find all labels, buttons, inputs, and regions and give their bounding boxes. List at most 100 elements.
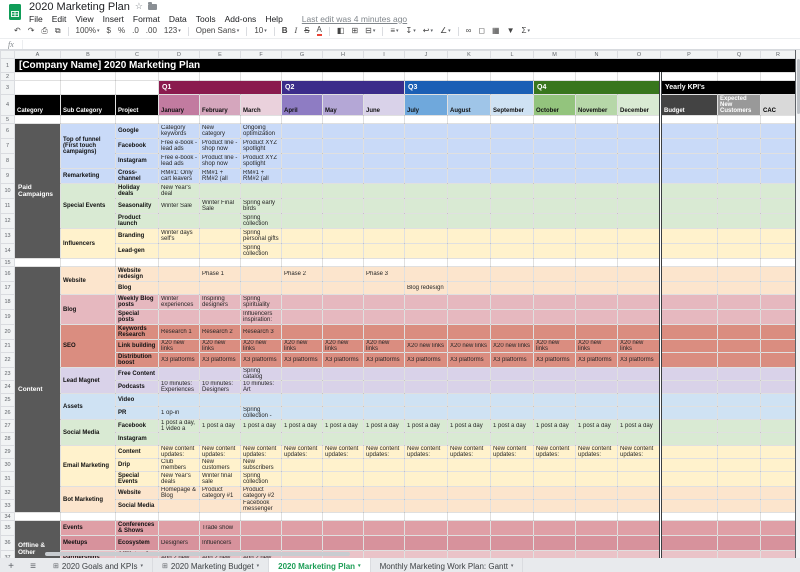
move-to-folder-icon[interactable] (147, 2, 157, 10)
cell-K4[interactable]: August (447, 94, 491, 116)
cell-K30[interactable] (447, 458, 491, 472)
cell-K6[interactable] (447, 123, 491, 139)
cell-L17[interactable] (490, 281, 534, 295)
cell-C11[interactable]: Seasonality (115, 198, 159, 214)
cell-G8[interactable] (281, 153, 323, 169)
cell-L4[interactable]: September (490, 94, 534, 116)
cell-F21[interactable]: X20 new links (240, 339, 282, 353)
cell-R11[interactable] (760, 198, 796, 214)
cell-N17[interactable] (575, 281, 618, 295)
cell-Q8[interactable] (717, 153, 761, 169)
cell-N9[interactable] (575, 168, 618, 184)
cell-C12[interactable]: Product launch (115, 213, 159, 229)
cell-B34[interactable] (60, 512, 116, 521)
cell-J5[interactable] (404, 115, 448, 124)
cell-J23[interactable] (404, 367, 448, 381)
cell-Q14[interactable] (717, 243, 761, 259)
cell-Q20[interactable] (717, 324, 761, 340)
cell-O21[interactable]: X20 new links (617, 339, 661, 353)
cell-N31[interactable] (575, 471, 618, 487)
cell-N33[interactable] (575, 499, 618, 513)
cell-F28[interactable] (240, 432, 282, 446)
cell-G9[interactable] (281, 168, 323, 184)
borders-icon[interactable]: ⊞ (351, 26, 358, 36)
cell-B10[interactable]: Special Events (60, 183, 116, 229)
col-header-B[interactable]: B (60, 50, 116, 59)
cell-H2[interactable] (322, 72, 364, 81)
cell-R10[interactable] (760, 183, 796, 199)
cell-I22[interactable]: X3 platforms (363, 352, 405, 368)
cell-H5[interactable] (322, 115, 364, 124)
cell-O9[interactable] (617, 168, 661, 184)
cell-M20[interactable] (533, 324, 576, 340)
cell-B3[interactable] (60, 80, 116, 95)
cell-R30[interactable] (760, 458, 796, 472)
cell-J2[interactable] (404, 72, 448, 81)
cell-Q34[interactable] (717, 512, 761, 521)
cell-O35[interactable] (617, 520, 661, 536)
cell-P15[interactable] (659, 258, 718, 267)
cell-N11[interactable] (575, 198, 618, 214)
cell-I24[interactable] (363, 380, 405, 394)
cell-H17[interactable] (322, 281, 364, 295)
cell-D27[interactable]: 1 post a day, 1 video a week (158, 419, 200, 433)
cell-C2[interactable] (115, 72, 159, 81)
cell-N34[interactable] (575, 512, 618, 521)
cell-A4[interactable]: Category (14, 94, 61, 116)
cell-D28[interactable] (158, 432, 200, 446)
cell-R21[interactable] (760, 339, 796, 353)
cell-B15[interactable] (60, 258, 116, 267)
cell-J29[interactable]: New content updates: 1/week (404, 445, 448, 459)
italic-icon[interactable]: I (295, 26, 298, 36)
cell-O29[interactable]: New content updates: 1/week (617, 445, 661, 459)
cell-I21[interactable]: X20 new links (363, 339, 405, 353)
cell-P3[interactable]: Yearly KPI's (659, 80, 796, 95)
cell-C8[interactable]: Instagram (115, 153, 159, 169)
cell-C5[interactable] (115, 115, 159, 124)
cell-Q9[interactable] (717, 168, 761, 184)
cell-M27[interactable]: 1 post a day (533, 419, 576, 433)
cell-G33[interactable] (281, 499, 323, 513)
cell-E8[interactable]: Product line - shop now (199, 153, 241, 169)
cell-D7[interactable]: Free e-book - lead ads (158, 138, 200, 154)
cell-N26[interactable] (575, 406, 618, 420)
row-header-16[interactable]: 16 (0, 266, 15, 282)
col-header-H[interactable]: H (322, 50, 364, 59)
col-header-Q[interactable]: Q (717, 50, 761, 59)
cell-N5[interactable] (575, 115, 618, 124)
cell-K37[interactable] (447, 550, 491, 558)
cell-K2[interactable] (447, 72, 491, 81)
cell-Q37[interactable] (717, 550, 761, 558)
cell-P23[interactable] (659, 367, 718, 381)
cell-P9[interactable] (659, 168, 718, 184)
cell-E34[interactable] (199, 512, 241, 521)
cell-M9[interactable] (533, 168, 576, 184)
menu-add-ons[interactable]: Add-ons (225, 14, 257, 24)
cell-O25[interactable] (617, 393, 661, 407)
cell-F36[interactable] (240, 535, 282, 551)
cell-C9[interactable]: Cross-channel (115, 168, 159, 184)
cell-D22[interactable]: X3 platforms (158, 352, 200, 368)
row-header-36[interactable]: 36 (0, 535, 15, 551)
row-header-24[interactable]: 24 (0, 380, 15, 394)
cell-H26[interactable] (322, 406, 364, 420)
col-header-P[interactable]: P (660, 50, 718, 59)
cell-O34[interactable] (617, 512, 661, 521)
cell-K31[interactable] (447, 471, 491, 487)
cell-J11[interactable] (404, 198, 448, 214)
cell-H11[interactable] (322, 198, 364, 214)
menu-data[interactable]: Data (169, 14, 187, 24)
cell-N19[interactable] (575, 309, 618, 325)
cell-H19[interactable] (322, 309, 364, 325)
cell-G29[interactable]: New content updates: 1/week (281, 445, 323, 459)
cell-B23[interactable]: Lead Magnet (60, 367, 116, 394)
cell-F31[interactable]: Spring collection (240, 471, 282, 487)
cell-E12[interactable] (199, 213, 241, 229)
cell-Q32[interactable] (717, 486, 761, 500)
cell-K34[interactable] (447, 512, 491, 521)
cell-B29[interactable]: Email Marketing (60, 445, 116, 487)
cell-J35[interactable] (404, 520, 448, 536)
cell-P27[interactable] (659, 419, 718, 433)
cell-M28[interactable] (533, 432, 576, 446)
cell-R12[interactable] (760, 213, 796, 229)
